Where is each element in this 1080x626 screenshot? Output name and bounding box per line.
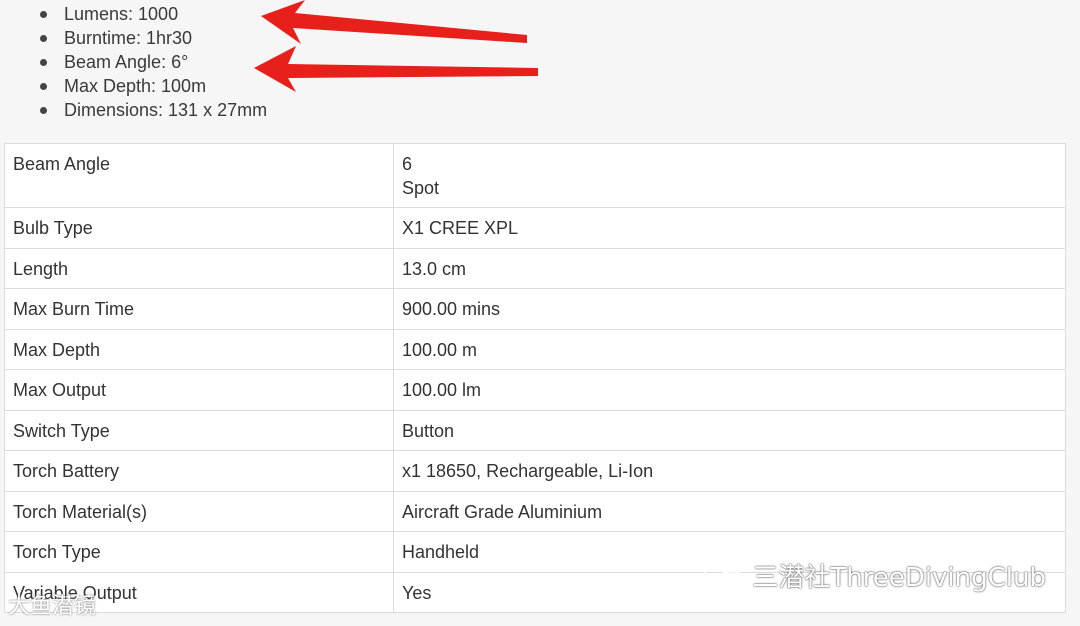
bullet-icon [40,35,47,42]
table-value-cell: 13.0 cm [393,247,1066,289]
table-label-cell: Length [4,247,394,289]
spec-item-text: Burntime: 1hr30 [64,28,193,48]
spec-item-text: Max Depth: 100m [64,76,207,96]
table-value-cell: 900.00 mins [393,288,1066,330]
watermark-left: 大鱼潜镜 [8,588,96,620]
spec-item-text: Lumens: 1000 [64,4,179,24]
table-label-cell: Max Burn Time [4,288,394,330]
table-value-cell: 6 Spot [393,143,1066,208]
spec-item: Lumens: 1000 [40,2,267,26]
wechat-icon [702,559,746,593]
table-label-cell: Beam Angle [4,143,394,208]
table-label-cell: Torch Battery [4,450,394,492]
spec-item: Dimensions: 131 x 27mm [40,98,268,122]
table-label-cell: Torch Type [4,531,394,573]
table-label-cell: Torch Material(s) [4,490,394,532]
table-row: Beam Angle 6 Spot [4,143,1066,208]
bullet-icon [40,83,47,90]
spec-list: Lumens: 1000 Burntime: 1hr30 Beam Angle:… [0,2,267,122]
table-row: Max Burn Time 900.00 mins [4,288,1066,330]
table-row: Max Output 100.00 lm [4,369,1066,411]
table-label-cell: Max Depth [4,328,394,370]
table-value-cell: Aircraft Grade Aluminium [393,490,1066,532]
table-row: Max Depth 100.00 m [4,328,1066,370]
table-row: Length 13.0 cm [4,247,1066,289]
table-label-cell: Max Output [4,369,394,411]
table-label-cell: Switch Type [4,409,394,451]
annotation-arrow-beam-angle [254,46,538,92]
table-row: Switch Type Button [4,409,1066,451]
bullet-icon [40,59,47,66]
spec-item: Max Depth: 100m [40,74,267,98]
table-value-cell: Button [393,409,1066,451]
table-label-cell: Bulb Type [4,207,394,249]
table-value-cell: x1 18650, Rechargeable, Li-Ion [393,450,1066,492]
spec-item-text: Dimensions: 131 x 27mm [64,100,268,120]
annotation-arrow-lumens [261,0,527,44]
spec-item-text: Beam Angle: 6° [64,52,189,72]
table-value-cell: X1 CREE XPL [393,207,1066,249]
watermark-text: 三潜社ThreeDivingClub [752,563,1046,593]
table-row: Torch Material(s) Aircraft Grade Alumini… [4,490,1066,532]
bullet-icon [40,11,47,18]
table-value-cell: 100.00 lm [393,369,1066,411]
table-row: Bulb Type X1 CREE XPL [4,207,1066,249]
spec-table: Beam Angle 6 Spot Bulb Type X1 CREE XPL L… [4,143,1066,613]
watermark: 三潜社ThreeDivingClub [702,557,1046,594]
bullet-icon [40,107,47,114]
table-value-cell: 100.00 m [393,328,1066,370]
spec-item: Beam Angle: 6° [40,50,267,74]
table-row: Torch Battery x1 18650, Rechargeable, Li… [4,450,1066,492]
watermark-left-text: 大鱼潜镜 [8,594,97,619]
spec-item: Burntime: 1hr30 [40,26,267,50]
